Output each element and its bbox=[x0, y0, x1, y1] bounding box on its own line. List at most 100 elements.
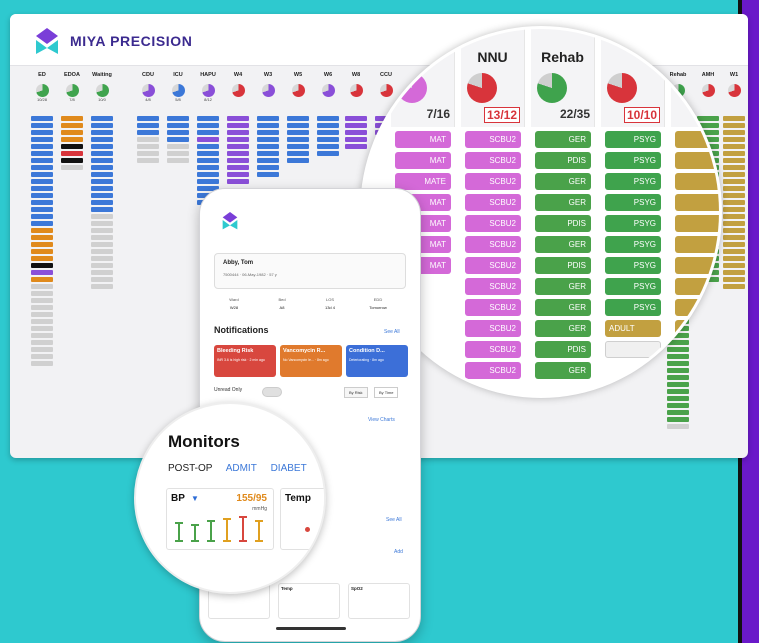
bed-chip[interactable] bbox=[723, 200, 745, 205]
zoomed-bed-chip[interactable] bbox=[675, 173, 719, 190]
zoomed-bed-chip[interactable]: GER bbox=[535, 194, 591, 211]
bed-chip[interactable] bbox=[723, 123, 745, 128]
bed-chip[interactable] bbox=[31, 137, 53, 142]
mini-card-temp[interactable]: Temp bbox=[278, 583, 340, 619]
zoomed-bed-chip[interactable]: GER bbox=[535, 320, 591, 337]
zoomed-bed-chip[interactable] bbox=[675, 215, 719, 232]
bed-chip[interactable] bbox=[317, 123, 339, 128]
zoomed-bed-chip[interactable]: SCBU2 bbox=[465, 236, 521, 253]
bed-chip[interactable] bbox=[167, 158, 189, 163]
bed-chip[interactable] bbox=[257, 130, 279, 135]
zoomed-bed-chip[interactable]: PSYG bbox=[605, 236, 661, 253]
bed-chip[interactable] bbox=[31, 312, 53, 317]
bed-chip[interactable] bbox=[91, 284, 113, 289]
zoomed-bed-chip[interactable]: SCBU2 bbox=[465, 341, 521, 358]
bed-chip[interactable] bbox=[137, 116, 159, 121]
zoomed-bed-chip[interactable]: SCBU2 bbox=[465, 299, 521, 316]
bed-chip[interactable] bbox=[31, 361, 53, 366]
bed-chip[interactable] bbox=[61, 130, 83, 135]
zoomed-bed-chip[interactable]: ADULT bbox=[605, 320, 661, 337]
notification-card[interactable]: Condition D... Deteriorating · 8m ago bbox=[346, 345, 408, 377]
ward-column[interactable]: W5 bbox=[286, 72, 310, 165]
bed-chip[interactable] bbox=[723, 116, 745, 121]
bed-chip[interactable] bbox=[31, 165, 53, 170]
bed-chip[interactable] bbox=[31, 207, 53, 212]
bed-chip[interactable] bbox=[167, 137, 189, 142]
bed-chip[interactable] bbox=[91, 123, 113, 128]
bed-chip[interactable] bbox=[317, 116, 339, 121]
bed-chip[interactable] bbox=[91, 186, 113, 191]
bed-chip[interactable] bbox=[137, 123, 159, 128]
bed-chip[interactable] bbox=[227, 179, 249, 184]
bed-chip[interactable] bbox=[723, 214, 745, 219]
bed-chip[interactable] bbox=[667, 410, 689, 415]
zoomed-bed-chip[interactable]: PSYG bbox=[605, 173, 661, 190]
zoomed-bed-chip[interactable]: A bbox=[675, 236, 719, 253]
bed-chip[interactable] bbox=[91, 130, 113, 135]
zoomed-ward-column[interactable]: Rehab 22/35 GER PDIS GER GER PDIS GER PDIS GER GER… bbox=[531, 29, 595, 379]
zoomed-bed-chip[interactable]: GER bbox=[535, 299, 591, 316]
mini-card-spo2[interactable]: SpO2 bbox=[348, 583, 410, 619]
bed-chip[interactable] bbox=[137, 158, 159, 163]
bed-chip[interactable] bbox=[61, 144, 83, 149]
bed-chip[interactable] bbox=[227, 144, 249, 149]
ward-column[interactable]: HAPU 8/12 bbox=[196, 72, 220, 207]
bed-chip[interactable] bbox=[31, 158, 53, 163]
bed-chip[interactable] bbox=[91, 207, 113, 212]
bed-chip[interactable] bbox=[91, 151, 113, 156]
zoomed-bed-chip[interactable]: SCBU2 bbox=[465, 278, 521, 295]
tab-diabet[interactable]: DIABET bbox=[271, 463, 307, 474]
bed-chip[interactable] bbox=[287, 144, 309, 149]
bed-chip[interactable] bbox=[137, 144, 159, 149]
bed-chip[interactable] bbox=[257, 158, 279, 163]
bed-chip[interactable] bbox=[667, 396, 689, 401]
ward-column[interactable]: W6 bbox=[316, 72, 340, 158]
tab-admit[interactable]: ADMIT bbox=[226, 463, 257, 474]
bed-chip[interactable] bbox=[61, 137, 83, 142]
bed-chip[interactable] bbox=[31, 123, 53, 128]
zoomed-bed-chip[interactable] bbox=[675, 299, 719, 316]
see-all-link-2[interactable]: See All bbox=[386, 517, 402, 523]
zoomed-bed-chip[interactable] bbox=[605, 341, 661, 358]
bed-chip[interactable] bbox=[31, 214, 53, 219]
bed-chip[interactable] bbox=[91, 165, 113, 170]
bed-chip[interactable] bbox=[167, 130, 189, 135]
bed-chip[interactable] bbox=[667, 424, 689, 429]
bed-chip[interactable] bbox=[91, 221, 113, 226]
bed-chip[interactable] bbox=[227, 130, 249, 135]
bed-chip[interactable] bbox=[345, 123, 367, 128]
bed-chip[interactable] bbox=[31, 151, 53, 156]
zoomed-bed-chip[interactable]: MAT bbox=[395, 131, 451, 148]
zoomed-bed-chip[interactable]: GER bbox=[535, 362, 591, 379]
ward-column[interactable]: ICU 5/8 bbox=[166, 72, 190, 165]
bed-chip[interactable] bbox=[723, 270, 745, 275]
bed-chip[interactable] bbox=[91, 270, 113, 275]
bed-chip[interactable] bbox=[31, 291, 53, 296]
zoomed-bed-chip[interactable]: PDIS bbox=[535, 257, 591, 274]
zoomed-bed-chip[interactable]: A bbox=[675, 194, 719, 211]
zoomed-bed-chip[interactable]: SCBU2 bbox=[465, 173, 521, 190]
bed-chip[interactable] bbox=[91, 214, 113, 219]
ward-column[interactable]: W1 bbox=[722, 72, 746, 291]
bed-chip[interactable] bbox=[197, 144, 219, 149]
bed-chip[interactable] bbox=[287, 158, 309, 163]
bed-chip[interactable] bbox=[61, 158, 83, 163]
zoomed-bed-chip[interactable]: PSYG bbox=[605, 278, 661, 295]
bed-chip[interactable] bbox=[31, 326, 53, 331]
bed-chip[interactable] bbox=[31, 186, 53, 191]
zoomed-bed-chip[interactable] bbox=[675, 341, 719, 358]
zoomed-bed-chip[interactable]: PSYG bbox=[605, 257, 661, 274]
zoomed-bed-chip[interactable]: PDIS bbox=[535, 215, 591, 232]
tab-post-op[interactable]: POST-OP bbox=[168, 463, 212, 474]
bed-chip[interactable] bbox=[31, 270, 53, 275]
bed-chip[interactable] bbox=[287, 130, 309, 135]
bed-chip[interactable] bbox=[137, 151, 159, 156]
bed-chip[interactable] bbox=[61, 165, 83, 170]
bed-chip[interactable] bbox=[287, 116, 309, 121]
bed-chip[interactable] bbox=[723, 207, 745, 212]
bed-chip[interactable] bbox=[723, 228, 745, 233]
zoomed-bed-chip[interactable]: A bbox=[675, 152, 719, 169]
bed-chip[interactable] bbox=[723, 235, 745, 240]
zoomed-bed-chip[interactable] bbox=[675, 320, 719, 337]
bed-chip[interactable] bbox=[197, 130, 219, 135]
